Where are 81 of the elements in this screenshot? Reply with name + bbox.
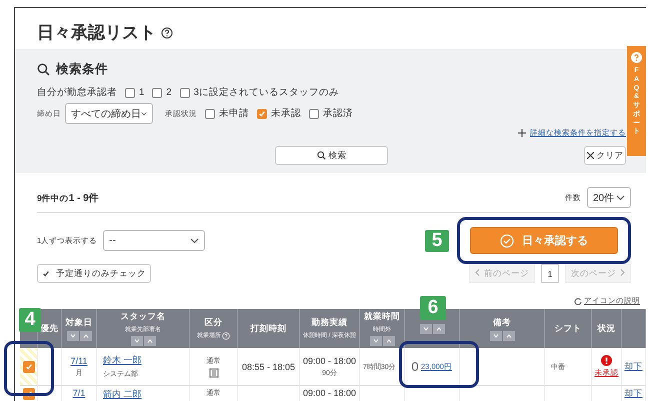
alert-icon <box>601 355 612 366</box>
checkbox[interactable] <box>309 108 319 118</box>
column-header: 打刻時刻 <box>238 309 300 348</box>
actual-time-text: 09:00 - 18:00 <box>302 356 356 366</box>
per-person-select[interactable]: -- <box>103 230 206 251</box>
help-icon[interactable] <box>161 26 173 38</box>
search-heading: 検索条件 <box>56 61 108 78</box>
callout-number: 6 <box>420 296 446 320</box>
sort-ascending-button[interactable] <box>382 336 394 346</box>
plus-icon <box>518 129 526 137</box>
close-icon <box>586 152 594 159</box>
clear-button[interactable]: クリア <box>584 146 626 165</box>
count-select[interactable]: 20件 <box>587 187 631 208</box>
reject-link[interactable]: 却下 <box>624 360 642 372</box>
checkbox[interactable] <box>257 108 267 118</box>
caret-up-icon <box>506 334 512 338</box>
checkbox-label: 2 <box>166 87 172 98</box>
checkbox-label: 3に設定されているスタッフのみ <box>194 86 339 99</box>
checkbox[interactable] <box>125 88 135 98</box>
check-circle-icon <box>500 234 514 248</box>
sort-descending-button[interactable] <box>66 330 78 340</box>
highlight-outline <box>4 341 54 396</box>
sort-ascending-button[interactable] <box>432 324 444 334</box>
checkbox[interactable] <box>152 88 162 98</box>
column-header: 対象日 <box>62 309 97 348</box>
search-icon <box>37 63 50 76</box>
checkbox[interactable] <box>180 88 190 98</box>
caret-down-icon <box>372 339 378 343</box>
caret-up-icon <box>82 334 88 338</box>
reject-link[interactable]: 却下 <box>624 388 642 400</box>
chevron-right-icon <box>620 268 625 276</box>
date-link[interactable]: 7/11 <box>70 356 88 366</box>
check-icon <box>42 270 50 278</box>
chevron-down-icon <box>190 238 200 244</box>
paperclip-icon <box>412 362 418 371</box>
check-icon <box>258 110 266 118</box>
checkbox-label: 1 <box>139 87 144 98</box>
clock-time-text: 08:55 - 18:05 <box>242 362 296 372</box>
chevron-left-icon <box>475 268 480 276</box>
search-button[interactable]: 検索 <box>275 146 388 165</box>
building-icon <box>208 368 218 378</box>
sort-descending-button[interactable] <box>130 336 142 346</box>
checkbox-label: 未承認 <box>271 107 301 120</box>
checkbox-label: 承認済 <box>323 107 353 120</box>
refresh-icon <box>574 297 582 305</box>
caret-up-icon <box>386 339 392 343</box>
sort-ascending-button[interactable] <box>144 336 156 346</box>
closing-select[interactable]: すべての締め日 <box>65 103 153 124</box>
caret-down-icon <box>70 334 76 338</box>
caret-up-icon <box>146 339 152 343</box>
sort-ascending-button[interactable] <box>502 330 514 340</box>
help-icon <box>631 52 642 63</box>
caret-down-icon <box>422 326 428 330</box>
page-number-button[interactable]: 1 <box>541 264 559 283</box>
sort-ascending-button[interactable] <box>80 330 92 340</box>
search-icon <box>316 151 326 160</box>
check-icon <box>24 362 32 370</box>
callout-number: 5 <box>425 230 449 252</box>
caret-down-icon <box>492 334 498 338</box>
caret-up-icon <box>436 326 442 330</box>
sort-descending-button[interactable] <box>420 324 432 334</box>
checkbox-label: 未申請 <box>219 107 249 120</box>
date-link[interactable]: 7/1 <box>72 388 86 398</box>
sort-descending-button[interactable] <box>490 330 502 340</box>
callout-number: 4 <box>19 308 41 332</box>
column-header: シフト <box>545 309 592 348</box>
checkbox[interactable] <box>205 108 215 118</box>
sort-descending-button[interactable] <box>370 336 382 346</box>
staff-name-link[interactable]: 鈴木 一郎 <box>103 354 142 367</box>
schedule-check-button[interactable]: 予定通りのみチェック <box>37 264 151 283</box>
approver-label: 自分が勤怠承認者 <box>37 86 117 99</box>
staff-name-link[interactable]: 箭内 二郎 <box>103 388 142 401</box>
page-title: 日々承認リスト <box>37 22 156 44</box>
chevron-down-icon <box>141 110 147 116</box>
chevron-down-icon <box>616 194 625 200</box>
actual-time-text: 09:00 - 18:00 <box>302 388 356 398</box>
row-checkbox[interactable] <box>22 360 34 372</box>
column-header: 状況 <box>592 309 622 348</box>
result-count-text: 9件中の1 - 9件 <box>37 192 99 204</box>
column-header: 備考 <box>460 309 545 348</box>
caret-down-icon <box>134 339 140 343</box>
